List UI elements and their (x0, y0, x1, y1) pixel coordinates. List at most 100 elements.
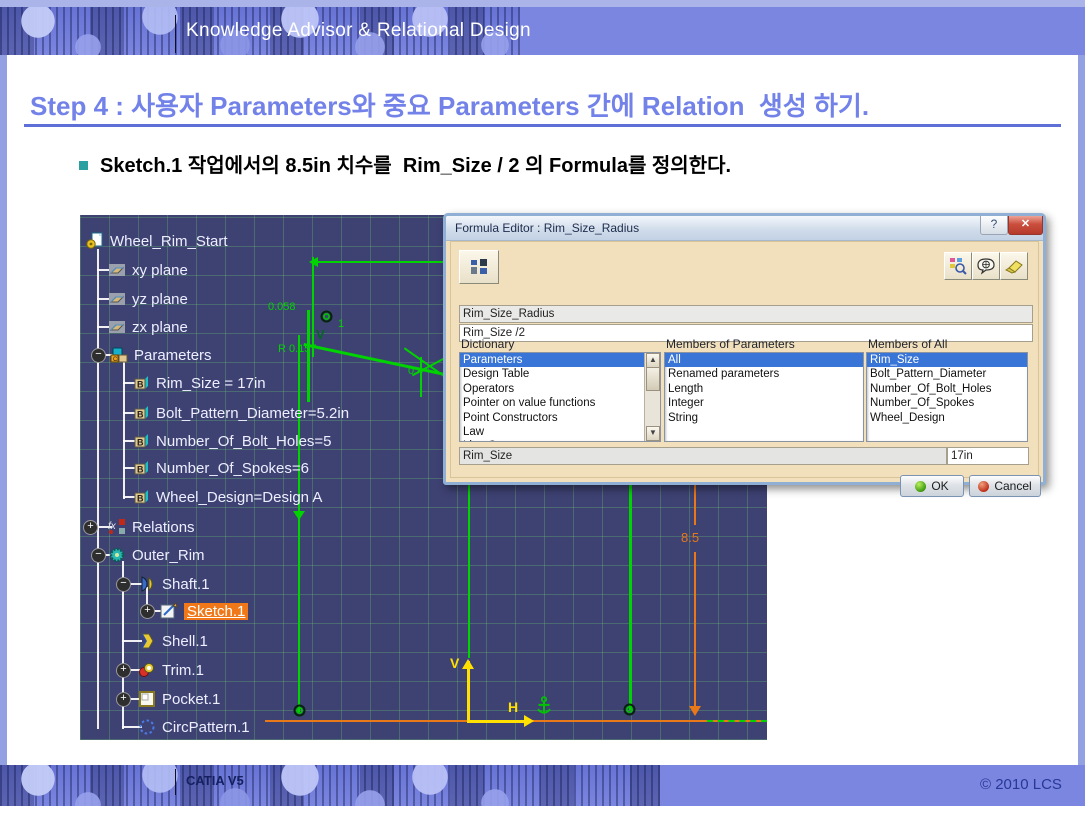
sketch-line[interactable] (629, 478, 632, 710)
tree-item-label[interactable]: Shaft.1 (162, 576, 210, 593)
list-item[interactable]: String (665, 411, 863, 425)
eraser-icon (1004, 258, 1024, 274)
tree-item-wheel-rim-start[interactable]: Wheel_Rim_Start (86, 231, 228, 251)
tree-item-label[interactable]: Sketch.1 (184, 603, 248, 620)
list-item[interactable]: All (665, 353, 863, 367)
list-item[interactable]: Number_Of_Bolt_Holes (867, 382, 1027, 396)
tree-item-label[interactable]: Shell.1 (162, 633, 208, 650)
scroll-down-icon[interactable]: ▼ (646, 426, 660, 441)
tree-item-wheel-design-design-a[interactable]: B Wheel_Design=Design A (132, 487, 322, 507)
tree-item-yz-plane[interactable]: yz plane (108, 289, 188, 309)
tree-item-number-of-bolt-holes-5[interactable]: BNumber_Of_Bolt_Holes=5 (132, 431, 332, 451)
tree-item-number-of-spokes-6[interactable]: BNumber_Of_Spokes=6 (132, 458, 309, 478)
dimension-line[interactable] (694, 478, 696, 525)
dimension-line[interactable] (694, 552, 696, 712)
tree-item-label[interactable]: CircPattern.1 (162, 719, 250, 736)
tree-item-shaft-1[interactable]: Shaft.1 (138, 574, 210, 594)
tree-item-label[interactable]: Bolt_Pattern_Diameter=5.2in (156, 405, 349, 422)
tree-item-label[interactable]: Wheel_Rim_Start (110, 233, 228, 250)
tree-expand-icon[interactable]: + (116, 692, 131, 707)
svg-text:C: C (113, 357, 118, 363)
formula-graph-button[interactable] (944, 252, 972, 280)
page-left-border (0, 48, 7, 806)
tree-item-parameters[interactable]: C Parameters (110, 345, 212, 365)
scroll-thumb[interactable] (646, 367, 660, 391)
tree-item-trim-1[interactable]: Trim.1 (138, 660, 204, 680)
tree-item-label[interactable]: Number_Of_Bolt_Holes=5 (156, 433, 332, 450)
tree-item-label[interactable]: Number_Of_Spokes=6 (156, 460, 309, 477)
members-of-all-list[interactable]: Rim_SizeBolt_Pattern_DiameterNumber_Of_B… (866, 352, 1028, 442)
incremental-mode-button[interactable] (459, 250, 499, 284)
list-item[interactable]: Wheel_Design (867, 411, 1027, 425)
list-item[interactable]: Integer (665, 396, 863, 410)
list-item[interactable]: Point Constructors (460, 411, 645, 425)
tree-item-label[interactable]: yz plane (132, 291, 188, 308)
tree-collapse-icon[interactable]: − (91, 548, 106, 563)
list-item[interactable]: Number_Of_Spokes (867, 396, 1027, 410)
sketch-line[interactable] (420, 357, 422, 397)
sketch-line[interactable] (312, 257, 314, 357)
tree-collapse-icon[interactable]: − (91, 348, 106, 363)
members-of-parameters-list[interactable]: AllRenamed parametersLengthIntegerString (664, 352, 864, 442)
list-item[interactable]: Parameters (460, 353, 645, 367)
tree-item-bolt-pattern-diameter-5-2in[interactable]: B Bolt_Pattern_Diameter=5.2in (132, 403, 349, 423)
eraser-button[interactable] (1000, 252, 1028, 280)
ok-button[interactable]: OK (900, 475, 964, 497)
sketch-line[interactable] (307, 310, 310, 402)
close-icon[interactable]: ✕ (1008, 216, 1043, 235)
tree-item-outer-rim[interactable]: Outer_Rim (108, 545, 205, 565)
tree-item-label[interactable]: zx plane (132, 319, 188, 336)
tree-expand-icon[interactable]: + (140, 604, 155, 619)
formula-editor-dialog[interactable]: Formula Editor : Rim_Size_Radius ? ✕ (443, 213, 1046, 485)
parameter-icon: B (132, 404, 150, 422)
dimension-value[interactable]: 8.5 (681, 530, 699, 545)
tree-expand-icon[interactable]: + (116, 663, 131, 678)
tree-item-relations[interactable]: fxRelations (108, 517, 195, 537)
dictionary-label: Dictionary (461, 337, 514, 351)
tree-item-sketch-1[interactable]: Sketch.1 (160, 601, 248, 621)
list-item[interactable]: Length (665, 382, 863, 396)
sketch-line[interactable] (468, 478, 470, 658)
tree-expand-icon[interactable]: + (83, 520, 98, 535)
list-item[interactable]: Design Table (460, 367, 645, 381)
parameter-value-field[interactable] (947, 447, 1029, 465)
tree-item-circpattern-1[interactable]: CircPattern.1 (138, 717, 250, 737)
tree-item-label[interactable]: Outer_Rim (132, 547, 205, 564)
h-axis[interactable] (468, 720, 526, 723)
dialog-titlebar[interactable]: Formula Editor : Rim_Size_Radius (446, 216, 1043, 241)
footer-pattern (0, 765, 660, 806)
help-button[interactable]: ? (980, 216, 1008, 235)
tree-item-xy-plane[interactable]: xy plane (108, 260, 188, 280)
shell-icon (138, 632, 156, 650)
tree-item-rim-size-17in[interactable]: BRim_Size = 17in (132, 373, 266, 393)
language-browser-button[interactable] (972, 252, 1000, 280)
tree-item-label[interactable]: Relations (132, 519, 195, 536)
header-divider (175, 15, 176, 53)
sketch-arrow (293, 511, 305, 526)
v-axis[interactable] (467, 661, 470, 723)
tree-collapse-icon[interactable]: − (116, 577, 131, 592)
tree-item-zx-plane[interactable]: zx plane (108, 317, 188, 337)
header-title: Knowledge Advisor & Relational Design (186, 20, 531, 42)
cancel-button[interactable]: Cancel (969, 475, 1041, 497)
tree-item-label[interactable]: Pocket.1 (162, 691, 220, 708)
scroll-up-icon[interactable]: ▲ (646, 353, 660, 368)
tree-item-label[interactable]: Parameters (134, 347, 212, 364)
tree-item-label[interactable]: Trim.1 (162, 662, 204, 679)
svg-text:B: B (137, 494, 144, 504)
list-item[interactable]: Renamed parameters (665, 367, 863, 381)
list-item[interactable]: Operators (460, 382, 645, 396)
tree-item-pocket-1[interactable]: Pocket.1 (138, 689, 220, 709)
tree-item-shell-1[interactable]: Shell.1 (138, 631, 208, 651)
list-item[interactable]: Pointer on value functions (460, 396, 645, 410)
selected-parameter-field[interactable] (459, 447, 947, 465)
parameter-name-field[interactable] (459, 305, 1033, 323)
list-item[interactable]: Bolt_Pattern_Diameter (867, 367, 1027, 381)
scrollbar[interactable]: ▲ ▼ (644, 353, 660, 441)
list-item[interactable]: Rim_Size (867, 353, 1027, 367)
tree-item-label[interactable]: Rim_Size = 17in (156, 375, 266, 392)
tree-item-label[interactable]: Wheel_Design=Design A (156, 489, 322, 506)
sketch-dim-text: R 0.157 (278, 343, 317, 355)
tree-item-label[interactable]: xy plane (132, 262, 188, 279)
header-band (0, 7, 1085, 55)
